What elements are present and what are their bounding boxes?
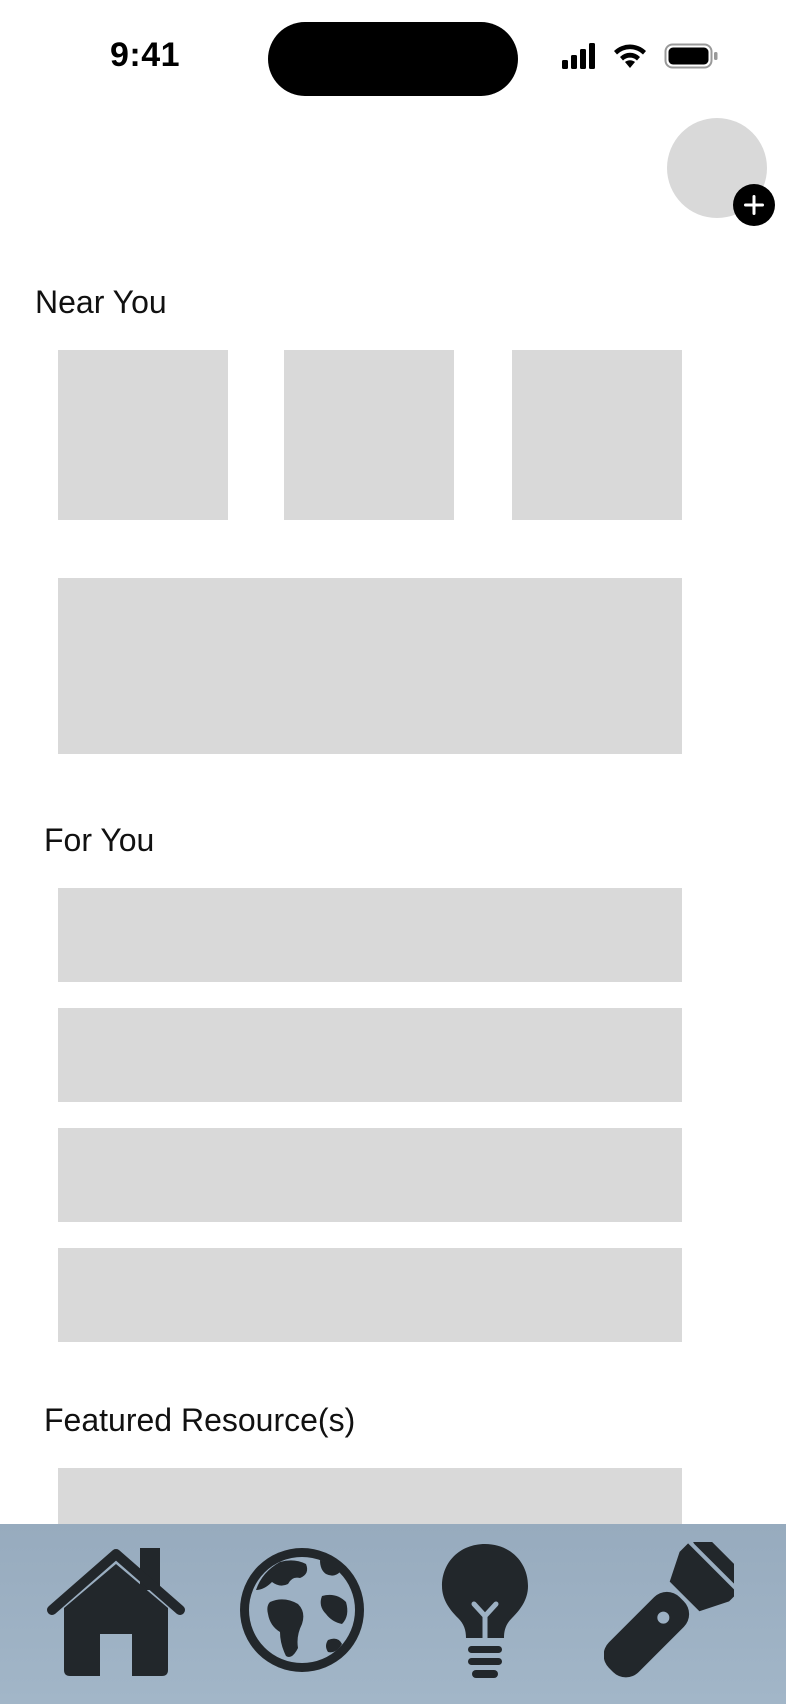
dynamic-island — [268, 22, 518, 96]
near-you-banner[interactable] — [58, 578, 682, 754]
status-time: 9:41 — [110, 36, 181, 74]
lightbulb-icon — [442, 1544, 528, 1678]
wifi-icon — [614, 44, 646, 68]
near-you-card[interactable] — [58, 350, 228, 520]
cellular-signal-icon — [562, 43, 595, 69]
globe-icon — [240, 1548, 364, 1672]
home-screen: 9:41 Near You For You Featured Resource(… — [0, 0, 786, 1704]
flashlight-icon — [604, 1542, 734, 1678]
tab-ideas[interactable] — [440, 1524, 530, 1704]
near-you-card[interactable] — [512, 350, 682, 520]
bottom-tab-bar — [0, 1524, 786, 1704]
for-you-item[interactable] — [58, 1008, 682, 1102]
for-you-item[interactable] — [58, 1248, 682, 1342]
tab-home[interactable] — [44, 1524, 188, 1704]
for-you-item[interactable] — [58, 888, 682, 982]
near-you-card[interactable] — [284, 350, 454, 520]
tab-explore[interactable] — [236, 1524, 368, 1704]
home-icon — [47, 1548, 185, 1676]
for-you-title: For You — [44, 822, 155, 858]
near-you-title: Near You — [35, 284, 167, 320]
add-profile-button[interactable] — [733, 184, 775, 226]
tab-discover[interactable] — [604, 1524, 734, 1704]
plus-icon — [744, 195, 764, 215]
featured-resources-title: Featured Resource(s) — [44, 1402, 356, 1438]
for-you-item[interactable] — [58, 1128, 682, 1222]
battery-icon — [664, 43, 718, 69]
